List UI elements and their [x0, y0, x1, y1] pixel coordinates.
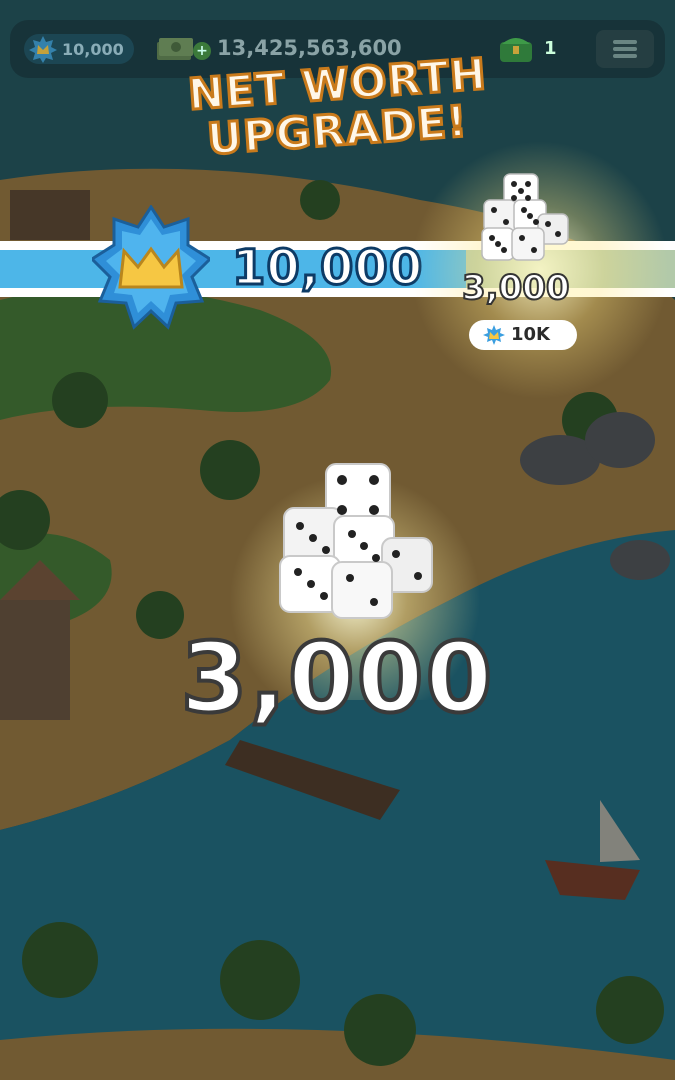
- net-worth-pill[interactable]: 10,000: [24, 34, 134, 64]
- net-worth-value: 10,000: [62, 40, 124, 59]
- reward-amount: 3,000: [179, 620, 495, 736]
- net-worth-badge-icon: [483, 325, 505, 345]
- reward-requirement-pill: 10K: [469, 320, 577, 350]
- dice-icon: [481, 173, 569, 261]
- plus-icon[interactable]: +: [193, 42, 211, 60]
- next-reward-amount: 3,000: [461, 267, 571, 309]
- dice-icon: [279, 463, 433, 619]
- reward-requirement: 10K: [511, 324, 550, 345]
- progress-value: 10,000: [230, 239, 424, 298]
- net-worth-badge-icon: [29, 36, 57, 63]
- net-worth-badge-icon: [92, 205, 210, 330]
